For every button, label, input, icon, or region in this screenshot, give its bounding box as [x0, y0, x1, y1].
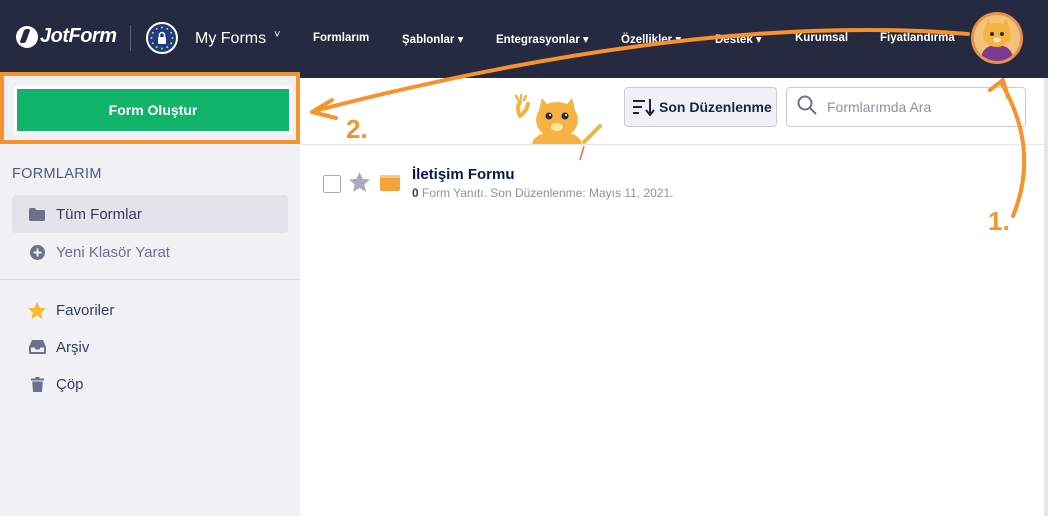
eu-lock-badge[interactable] [146, 22, 178, 54]
star-icon [22, 301, 52, 319]
sidebar-item-archive[interactable]: Arşiv [12, 328, 288, 366]
plus-circle-icon [22, 244, 52, 260]
sort-button-label: Son Düzenlenme [659, 99, 772, 115]
jotform-logo-text: JotForm [40, 25, 117, 47]
sidebar-item-label: Çöp [56, 375, 84, 393]
form-icon [380, 175, 400, 191]
sidebar-item-all-forms[interactable]: Tüm Formlar [12, 195, 288, 233]
form-select-checkbox[interactable] [323, 175, 341, 193]
mascot-cat-illustration [514, 94, 602, 161]
nav-destek[interactable]: Destek ▾ [715, 32, 762, 46]
nav-sablonlar[interactable]: Şablonlar ▾ [402, 32, 463, 46]
sort-button[interactable]: Son Düzenlenme [624, 87, 777, 127]
form-meta-text: Form Yanıtı. Son Düzenlenme: Mayıs 11, 2… [418, 186, 674, 200]
jotform-logo[interactable]: JotForm [16, 25, 117, 48]
nav-divider [130, 25, 131, 51]
sort-descending-icon [633, 98, 655, 116]
create-form-highlight: Form Oluştur [0, 72, 300, 144]
nav-formlarim[interactable]: Formlarım [313, 32, 369, 44]
form-title[interactable]: İletişim Formu [412, 166, 515, 183]
search-icon [797, 95, 817, 120]
step-1-label: 1. [988, 206, 1010, 236]
jotform-logo-mark [16, 25, 38, 48]
sidebar-item-label: Arşiv [56, 338, 90, 356]
nav-kurumsal[interactable]: Kurumsal [795, 32, 848, 44]
form-meta: 0 Form Yanıtı. Son Düzenlenme: Mayıs 11,… [412, 186, 673, 200]
sidebar-divider [0, 279, 300, 280]
nav-entegrasyonlar[interactable]: Entegrasyonlar ▾ [496, 32, 589, 46]
chevron-down-icon[interactable]: ˅ [274, 29, 280, 41]
favorite-star-icon[interactable] [349, 172, 370, 192]
cat-avatar-icon [974, 15, 1020, 61]
sidebar-item-trash[interactable]: Çöp [12, 365, 288, 403]
sidebar-section-title: FORMLARIM [12, 166, 102, 182]
sidebar-item-label: Tüm Formlar [56, 205, 142, 223]
toolbar-divider [300, 144, 1048, 145]
lock-icon [150, 26, 174, 50]
nav-fiyatlandirma[interactable]: Fiyatlandırma [880, 32, 955, 44]
trash-icon [22, 376, 52, 392]
search-box[interactable] [786, 87, 1026, 127]
sidebar-item-label: Yeni Klasör Yarat [56, 243, 170, 261]
sidebar-item-new-folder[interactable]: Yeni Klasör Yarat [12, 233, 288, 271]
search-input[interactable] [827, 99, 1017, 115]
workspace-title[interactable]: My Forms [195, 30, 266, 48]
folder-icon [22, 207, 52, 221]
inbox-icon [22, 340, 52, 354]
step-2-label: 2. [346, 114, 368, 144]
nav-ozellikler[interactable]: Özellikler ▾ [621, 32, 681, 46]
scrollbar-track[interactable] [1044, 78, 1048, 516]
top-navigation-bar: JotForm My Forms ˅ Formlarım Şablonlar ▾… [0, 0, 1048, 78]
create-form-button[interactable]: Form Oluştur [14, 86, 292, 134]
sidebar-item-favorites[interactable]: Favoriler [12, 291, 288, 329]
form-response-count: 0 [412, 186, 419, 200]
user-avatar[interactable] [971, 12, 1023, 64]
sidebar-item-label: Favoriler [56, 301, 115, 319]
